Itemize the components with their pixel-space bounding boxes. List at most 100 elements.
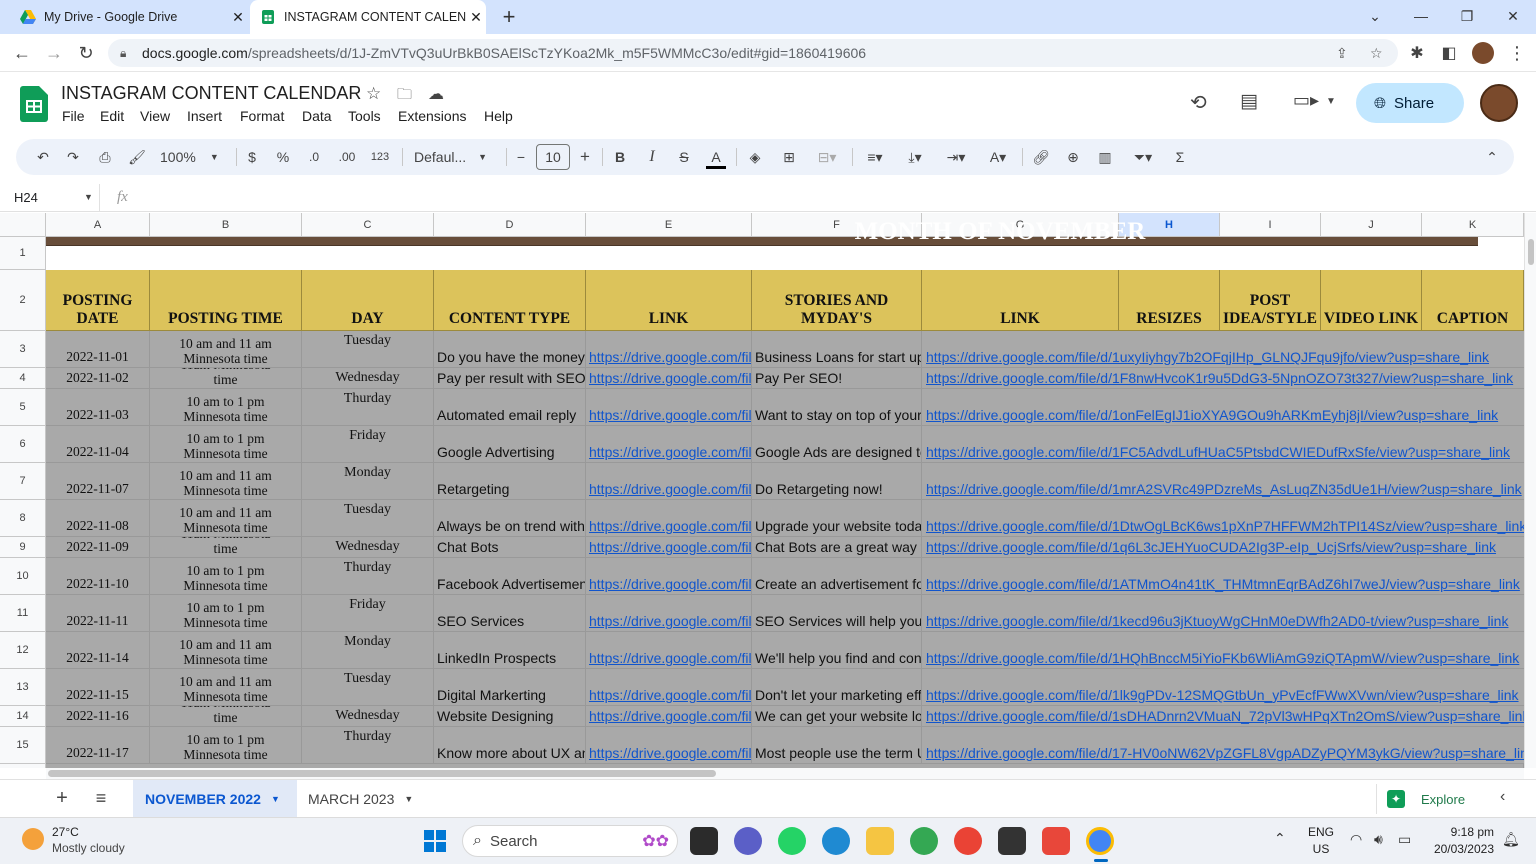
insert-comment-icon[interactable]: ⊕ — [1064, 147, 1082, 167]
wps-office-icon[interactable] — [1042, 827, 1070, 855]
decrease-decimal-button[interactable]: .0 — [302, 147, 326, 167]
row-header[interactable]: 11 — [0, 595, 46, 632]
show-hidden-icons-chevron-icon[interactable]: ⌃ — [1274, 830, 1286, 847]
row-header[interactable]: 9 — [0, 537, 46, 558]
name-box[interactable]: H24 ▼ — [0, 184, 100, 211]
posting-date-cell[interactable]: 2022-11-08 — [46, 500, 150, 537]
text-color-icon[interactable]: A — [706, 147, 726, 169]
column-title[interactable]: LINK — [586, 270, 752, 331]
meet-camera-icon[interactable]: ▭▸ — [1293, 90, 1319, 111]
story-drive-link[interactable]: https://drive.google.com/file/d/1kecd96u… — [926, 613, 1508, 629]
fill-color-icon[interactable]: ◈ — [746, 147, 764, 167]
column-header-b[interactable]: B — [150, 213, 302, 237]
column-title[interactable]: STORIES AND MYDAY'S — [752, 270, 922, 331]
drive-link[interactable]: https://drive.google.com/file — [589, 370, 751, 386]
row-header[interactable]: 3 — [0, 331, 46, 368]
content-type-cell[interactable]: Digital Markerting — [434, 669, 586, 706]
menu-help[interactable]: Help — [484, 108, 513, 124]
paint-format-icon[interactable]: 🖌︎ — [126, 147, 148, 167]
posting-time-cell[interactable]: 10 am and 11 am Minnesota time — [150, 632, 302, 669]
posting-date-cell[interactable]: 2022-11-10 — [46, 558, 150, 595]
column-title[interactable]: POST IDEA/STYLE — [1220, 270, 1321, 331]
italic-icon[interactable]: I — [644, 147, 660, 167]
close-icon[interactable]: ✕ — [466, 9, 486, 26]
star-icon[interactable]: ☆ — [366, 84, 381, 104]
browser-tab-drive[interactable]: My Drive - Google Drive ✕ — [8, 0, 248, 34]
clock-date[interactable]: 20/03/2023 — [1420, 842, 1494, 856]
windows-start-icon[interactable] — [424, 830, 446, 852]
battery-icon[interactable]: ▭ — [1398, 831, 1411, 848]
story-drive-link[interactable]: https://drive.google.com/file/d/1F8nwHvc… — [926, 370, 1513, 386]
side-panel-icon[interactable]: ◧ — [1434, 38, 1464, 68]
row-header[interactable]: 2 — [0, 270, 46, 331]
borders-icon[interactable]: ⊞ — [780, 147, 798, 167]
menu-file[interactable]: File — [62, 108, 85, 124]
vertical-align-icon[interactable]: ⤓▾ — [900, 147, 930, 167]
content-type-cell[interactable]: Automated email reply — [434, 389, 586, 426]
more-formats-button[interactable]: 123 — [368, 147, 392, 167]
reload-icon[interactable]: ↻ — [71, 38, 101, 68]
print-icon[interactable]: ⎙ — [94, 147, 116, 167]
menu-format[interactable]: Format — [240, 108, 284, 124]
functions-icon[interactable]: Σ — [1172, 147, 1188, 167]
column-title[interactable]: CONTENT TYPE — [434, 270, 586, 331]
explore-button[interactable]: ✦ Explore — [1376, 784, 1486, 814]
day-cell[interactable]: Tuesday — [302, 331, 434, 368]
volume-icon[interactable]: 🔊︎ — [1374, 831, 1383, 848]
row-header[interactable]: 10 — [0, 558, 46, 595]
chevron-down-icon[interactable]: ▼ — [1326, 96, 1336, 107]
story-drive-link[interactable]: https://drive.google.com/file/d/17-HV0oN… — [926, 745, 1524, 761]
row-header[interactable]: 7 — [0, 463, 46, 500]
sheet-tab-november-2022[interactable]: NOVEMBER 2022 ▼ — [133, 780, 297, 817]
content-type-cell[interactable]: Website Designing — [434, 706, 586, 727]
column-header-a[interactable]: A — [46, 213, 150, 237]
column-title[interactable]: VIDEO LINK — [1321, 270, 1422, 331]
drive-link[interactable]: https://drive.google.com/file — [589, 650, 751, 666]
text-wrapping-icon[interactable]: ⇥▾ — [940, 147, 972, 167]
currency-format-button[interactable]: $ — [244, 147, 260, 167]
menu-extensions[interactable]: Extensions — [398, 108, 466, 124]
drive-link[interactable]: https://drive.google.com/file — [589, 708, 751, 724]
url-field[interactable]: 🔒︎ docs.google.com/spreadsheets/d/1J-ZmV… — [108, 39, 1398, 67]
font-size-input[interactable]: 10 — [536, 144, 570, 170]
link-cell[interactable]: https://drive.google.com/file — [586, 500, 752, 537]
column-header-k[interactable]: K — [1422, 213, 1524, 237]
weather-desc[interactable]: Mostly cloudy — [52, 841, 125, 855]
posting-date-cell[interactable]: 2022-11-15 — [46, 669, 150, 706]
vertical-scrollbar[interactable] — [1524, 213, 1536, 768]
story-link-cell[interactable]: https://drive.google.com/file/d/1lk9gPDv… — [922, 669, 1524, 706]
stories-cell[interactable]: SEO Services will help you a — [752, 595, 922, 632]
posting-date-cell[interactable]: 2022-11-07 — [46, 463, 150, 500]
stories-cell[interactable]: Most people use the term UI — [752, 727, 922, 764]
row-header[interactable]: 5 — [0, 389, 46, 426]
content-type-cell[interactable]: Pay per result with SEO! — [434, 368, 586, 389]
taskbar-search-box[interactable]: ⌕ Search ✿✿ — [462, 825, 678, 857]
day-cell[interactable]: Wednesday — [302, 537, 434, 558]
all-sheets-list-icon[interactable]: ≡ — [90, 786, 112, 810]
sheet-tab-march-2023[interactable]: MARCH 2023 ▼ — [300, 780, 430, 817]
link-cell[interactable]: https://drive.google.com/file — [586, 331, 752, 368]
content-type-cell[interactable]: Chat Bots — [434, 537, 586, 558]
posting-time-cell[interactable]: 10 am to 1 pm Minnesota time — [150, 426, 302, 463]
add-sheet-plus-icon[interactable]: + — [52, 786, 72, 810]
move-folder-icon[interactable]: 🗀︎ — [397, 84, 412, 109]
posting-date-cell[interactable]: 2022-11-04 — [46, 426, 150, 463]
story-drive-link[interactable]: https://drive.google.com/file/d/1mrA2SVR… — [926, 481, 1522, 497]
restore-icon[interactable]: ❐ — [1444, 0, 1490, 32]
browser-menu-icon[interactable]: ⋮ — [1502, 38, 1532, 68]
column-title[interactable]: POSTING TIME — [150, 270, 302, 331]
story-drive-link[interactable]: https://drive.google.com/file/d/1lk9gPDv… — [926, 687, 1519, 703]
column-header-e[interactable]: E — [586, 213, 752, 237]
story-link-cell[interactable]: https://drive.google.com/file/d/1q6L3cJE… — [922, 537, 1524, 558]
row-header[interactable]: 6 — [0, 426, 46, 463]
stories-cell[interactable]: Pay Per SEO! — [752, 368, 922, 389]
row-header[interactable]: 12 — [0, 632, 46, 669]
posting-date-cell[interactable]: 2022-11-02 — [46, 368, 150, 389]
close-icon[interactable]: ✕ — [228, 9, 248, 26]
link-cell[interactable]: https://drive.google.com/file — [586, 632, 752, 669]
increase-decimal-button[interactable]: .00 — [334, 147, 360, 167]
drive-link[interactable]: https://drive.google.com/file — [589, 407, 751, 423]
story-drive-link[interactable]: https://drive.google.com/file/d/1q6L3cJE… — [926, 539, 1496, 555]
menu-data[interactable]: Data — [302, 108, 332, 124]
font-select[interactable]: Defaul... ▼ — [414, 147, 494, 167]
